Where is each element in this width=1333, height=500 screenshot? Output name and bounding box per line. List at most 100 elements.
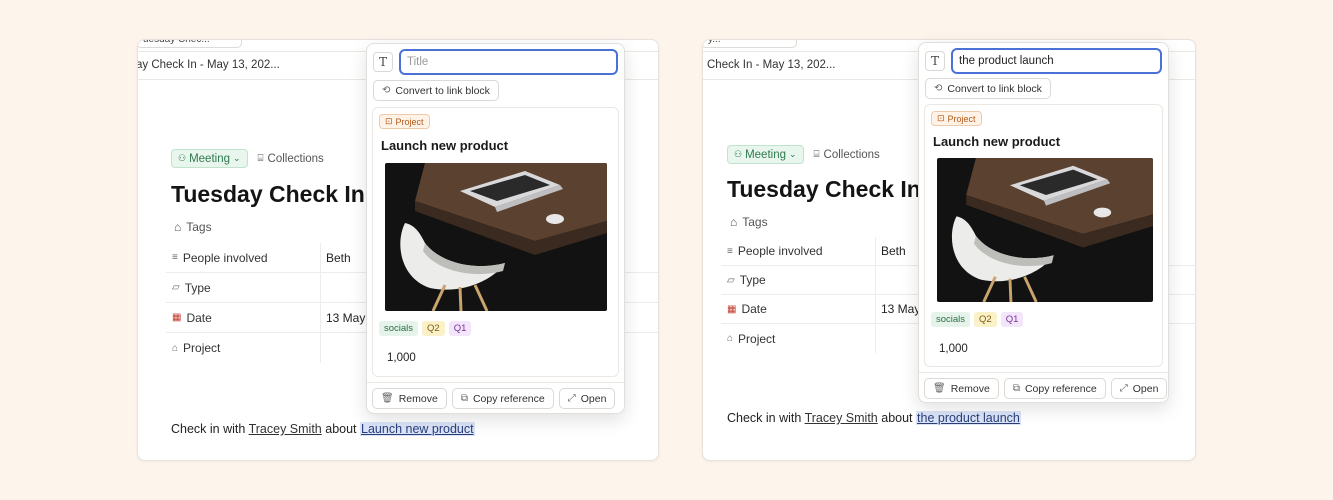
calendar-icon: ▦ — [172, 312, 182, 323]
page-link[interactable]: the product launch — [916, 411, 1021, 425]
popover-footer: 🗑 Remove ⧉ Copy reference ⤢ Open — [367, 382, 624, 414]
chevron-down-icon: ⌄ — [233, 153, 241, 163]
people-icon: ⚇ — [178, 153, 187, 163]
copy-icon: ⧉ — [1012, 383, 1020, 394]
laptop-desk-illustration — [937, 158, 1153, 302]
breadcrumb[interactable]: ay Check In - May 13, 202... — [138, 59, 280, 71]
tag-icon: ⌂ — [727, 333, 734, 344]
title-row: T — [925, 48, 1162, 74]
remove-label: Remove — [398, 392, 438, 405]
note-icon: ▱ — [727, 274, 735, 286]
tag-icon: ⌂ — [172, 342, 179, 354]
convert-to-link-block-button[interactable]: ⟲ Convert to link block — [925, 78, 1051, 99]
card-image — [937, 158, 1153, 302]
title-input[interactable] — [951, 48, 1162, 74]
tags-label: Tags — [186, 220, 212, 234]
tag-socials[interactable]: socials — [379, 321, 419, 336]
property-name: Date — [741, 302, 767, 316]
card-image — [385, 163, 607, 311]
folder-icon: ⌸ — [813, 149, 820, 160]
collections-button[interactable]: ⌸ Collections — [814, 149, 880, 161]
title-input[interactable] — [399, 49, 618, 75]
property-name: People involved — [182, 250, 268, 265]
expand-icon: ⤢ — [567, 393, 576, 404]
property-name: Project — [738, 331, 776, 346]
tag-q1[interactable]: Q1 — [448, 321, 472, 336]
tags-row[interactable]: ⌂ Tags — [730, 215, 768, 229]
open-button[interactable]: ⤢ Open — [558, 388, 616, 409]
tag-q2[interactable]: Q2 — [974, 312, 997, 327]
body-text: Check in with Tracey Smith about the pro… — [727, 411, 1021, 425]
meta-row: ⚇ Meeting ⌄ ⌸ Collections — [171, 149, 324, 168]
box-icon: ⊡ — [937, 113, 945, 123]
breadcrumb[interactable]: Check In - May 13, 202... — [707, 59, 835, 71]
open-label: Open — [580, 392, 607, 405]
tab-chip[interactable]: y... — [703, 40, 797, 48]
meeting-label: Meeting — [745, 148, 786, 161]
person-mention[interactable]: Tracey Smith — [249, 422, 322, 436]
refresh-icon: ⟲ — [382, 85, 391, 96]
popover-footer: 🗑 Remove ⧉ Copy reference ⤢ Open — [919, 372, 1168, 404]
copy-label: Copy reference — [1024, 382, 1097, 395]
note-icon: ▱ — [172, 282, 180, 293]
chevron-down-icon: ⌄ — [789, 149, 797, 159]
convert-label: Convert to link block — [947, 82, 1042, 95]
collections-button[interactable]: ⌸ Collections — [258, 153, 324, 165]
body-middle: about — [881, 411, 913, 425]
body-prefix: Check in with — [171, 422, 246, 436]
page-link[interactable]: Launch new product — [360, 422, 475, 436]
property-value: Beth — [881, 244, 906, 258]
property-value: 13 May — [326, 310, 366, 325]
property-name: Type — [184, 280, 211, 295]
link-popover: T ⟲ Convert to link block ⊡ Project Laun… — [918, 42, 1169, 403]
lines-icon: ≡ — [172, 252, 178, 263]
copy-reference-button[interactable]: ⧉ Copy reference — [1003, 378, 1106, 399]
trash-icon: 🗑 — [933, 383, 946, 394]
convert-to-link-block-button[interactable]: ⟲ Convert to link block — [373, 80, 499, 101]
convert-label: Convert to link block — [395, 84, 490, 97]
preview-card[interactable]: ⊡ Project Launch new product socials Q2 … — [372, 107, 619, 377]
meeting-pill[interactable]: ⚇ Meeting ⌄ — [727, 145, 804, 164]
person-mention[interactable]: Tracey Smith — [805, 411, 878, 425]
property-name: People involved — [737, 244, 823, 258]
text-type-icon[interactable]: T — [925, 51, 945, 71]
laptop-desk-illustration — [385, 163, 607, 311]
project-badge: ⊡ Project — [931, 111, 982, 126]
collections-label: Collections — [823, 148, 880, 161]
page-title: Tuesday Check In · — [171, 181, 379, 207]
open-button[interactable]: ⤢ Open — [1110, 378, 1168, 399]
property-name: Type — [739, 273, 766, 287]
collections-label: Collections — [267, 152, 324, 165]
property-value: Beth — [326, 250, 351, 265]
title-row: T — [373, 49, 618, 75]
text-type-icon[interactable]: T — [373, 52, 393, 72]
card-title: Launch new product — [381, 138, 509, 153]
copy-label: Copy reference — [472, 392, 545, 405]
badge-label: Project — [947, 113, 976, 124]
tag-q1[interactable]: Q1 — [1000, 312, 1024, 327]
copy-icon: ⧉ — [460, 393, 468, 404]
canvas: uesday Chec... ay Check In - May 13, 202… — [0, 0, 1333, 500]
expand-icon: ⤢ — [1119, 383, 1128, 394]
refresh-icon: ⟲ — [934, 83, 943, 94]
meta-row: ⚇ Meeting ⌄ ⌸ Collections — [727, 145, 880, 164]
open-label: Open — [1132, 382, 1159, 395]
meeting-pill[interactable]: ⚇ Meeting ⌄ — [171, 149, 248, 168]
tag-q2[interactable]: Q2 — [422, 321, 445, 336]
badge-label: Project — [395, 116, 424, 127]
tags-row[interactable]: ⌂ Tags — [174, 220, 212, 234]
preview-card[interactable]: ⊡ Project Launch new product socials Q2 … — [924, 104, 1163, 367]
tab-chip[interactable]: uesday Chec... — [138, 40, 242, 48]
calendar-icon: ▦ — [727, 303, 737, 315]
body-middle: about — [325, 422, 357, 436]
copy-reference-button[interactable]: ⧉ Copy reference — [451, 388, 554, 409]
tag-row: socials Q2 Q1 — [379, 321, 472, 336]
lines-icon: ≡ — [727, 245, 733, 257]
tag-socials[interactable]: socials — [931, 312, 971, 327]
remove-button[interactable]: 🗑 Remove — [372, 388, 447, 409]
card-number: 1,000 — [387, 352, 416, 364]
remove-button[interactable]: 🗑 Remove — [924, 378, 999, 399]
people-icon: ⚇ — [734, 149, 743, 159]
tags-label: Tags — [742, 215, 768, 229]
trash-icon: 🗑 — [381, 393, 394, 404]
